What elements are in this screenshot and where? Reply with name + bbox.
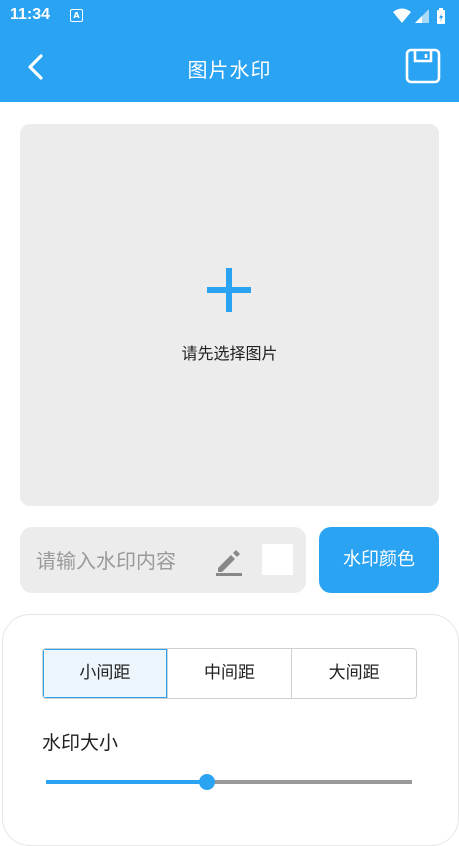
spacing-option-large[interactable]: 大间距 (291, 649, 416, 698)
watermark-size-label: 水印大小 (42, 732, 119, 754)
system-icons (393, 8, 445, 24)
status-bar: 11:34 A (0, 0, 459, 32)
status-time: 11:34 (10, 6, 51, 23)
save-icon[interactable] (405, 48, 441, 84)
spacing-option-small[interactable]: 小间距 (43, 649, 167, 698)
slider-track-fill (46, 780, 208, 784)
battery-icon (437, 8, 445, 24)
page-title: 图片水印 (187, 58, 272, 82)
spacing-selector: 小间距 中间距 大间距 (42, 648, 417, 699)
pencil-icon[interactable] (214, 546, 244, 576)
plus-icon (207, 268, 251, 312)
image-picker[interactable]: 请先选择图片 (20, 124, 439, 506)
app-bar: 图片水印 (0, 32, 459, 102)
watermark-color-swatch[interactable] (262, 544, 293, 575)
watermark-size-slider[interactable] (46, 772, 412, 792)
wifi-icon (393, 8, 411, 23)
select-image-hint: 请先选择图片 (181, 344, 278, 363)
watermark-text-input[interactable] (34, 543, 208, 579)
spacing-option-medium[interactable]: 中间距 (166, 649, 292, 698)
a-notification-icon: A (70, 9, 83, 22)
watermark-input-box (20, 527, 306, 593)
signal-icon (415, 9, 429, 23)
slider-thumb[interactable] (199, 774, 216, 790)
watermark-color-button[interactable]: 水印颜色 (319, 527, 439, 593)
